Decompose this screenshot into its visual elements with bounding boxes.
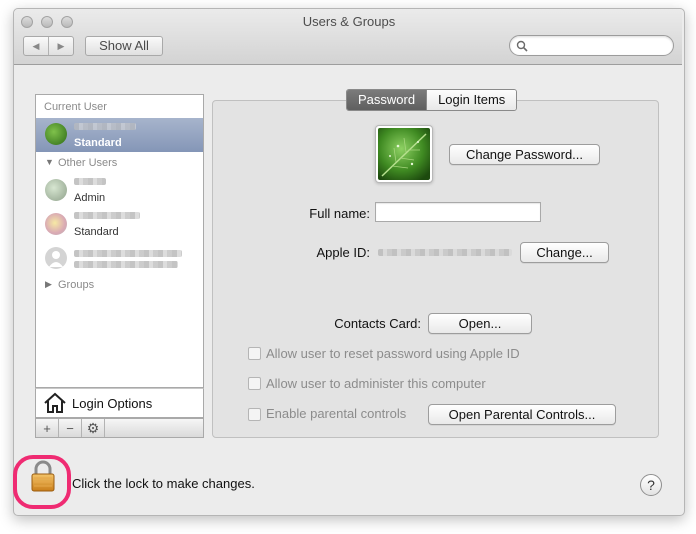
- other-users-header: Other Users: [58, 157, 118, 169]
- user-role: Admin: [74, 192, 106, 204]
- remove-user-button[interactable]: −: [59, 419, 82, 437]
- change-apple-id-button[interactable]: Change...: [520, 242, 609, 263]
- open-contacts-card-button[interactable]: Open...: [428, 313, 532, 334]
- action-menu-button[interactable]: ⚙: [82, 419, 105, 437]
- user-row-admin[interactable]: Admin: [36, 174, 203, 208]
- redacted-user-name: [74, 250, 182, 257]
- redacted-user-name: [74, 123, 136, 130]
- house-icon: [44, 392, 66, 413]
- redacted-user-name: [74, 178, 106, 185]
- person-icon: [49, 251, 63, 267]
- full-name-label: Full name:: [309, 206, 370, 221]
- lock-instructions: Click the lock to make changes.: [72, 476, 255, 491]
- window-title: Users & Groups: [302, 14, 396, 29]
- back-button[interactable]: ◀: [24, 37, 48, 55]
- parental-controls-label: Enable parental controls: [266, 406, 407, 421]
- chevron-right-icon: ▶: [57, 40, 65, 51]
- chevron-left-icon: ◀: [32, 40, 40, 51]
- user-avatar: [45, 123, 67, 145]
- disclosure-open-icon[interactable]: ▼: [45, 157, 54, 167]
- tab-login-items[interactable]: Login Items: [426, 90, 517, 110]
- user-avatar: [45, 213, 67, 235]
- groups-header[interactable]: Groups: [58, 279, 94, 291]
- parental-controls-checkbox[interactable]: [248, 408, 261, 421]
- help-button[interactable]: ?: [640, 474, 662, 496]
- show-all-button[interactable]: Show All: [85, 36, 163, 56]
- user-row-standard[interactable]: Standard: [36, 208, 203, 242]
- redacted-apple-id: [378, 249, 512, 256]
- reset-password-checkbox[interactable]: [248, 347, 261, 360]
- user-row-current[interactable]: Standard: [36, 118, 203, 152]
- redacted-user-name: [74, 212, 140, 219]
- back-forward-control: ◀ ▶: [23, 36, 74, 56]
- open-parental-controls-button[interactable]: Open Parental Controls...: [428, 404, 616, 425]
- window-titlebar: Users & Groups ◀ ▶ Show All: [14, 9, 682, 65]
- apple-id-label: Apple ID:: [316, 245, 370, 260]
- gear-icon: ⚙: [86, 419, 100, 436]
- reset-password-label: Allow user to reset password using Apple…: [266, 346, 520, 361]
- user-row-guest[interactable]: [36, 242, 203, 276]
- user-avatar: [45, 247, 67, 269]
- contacts-card-label: Contacts Card:: [334, 316, 421, 331]
- change-password-button[interactable]: Change Password...: [449, 144, 600, 165]
- tab-bar: Password Login Items: [346, 89, 518, 111]
- tab-password[interactable]: Password: [347, 90, 427, 110]
- user-avatar: [45, 179, 67, 201]
- add-user-button[interactable]: +: [36, 419, 59, 437]
- login-options-label: Login Options: [72, 396, 153, 411]
- full-name-field[interactable]: [375, 202, 541, 222]
- lock-icon: [31, 460, 55, 492]
- search-icon: [516, 40, 528, 52]
- user-role: Standard: [74, 226, 119, 238]
- search-input[interactable]: [509, 35, 674, 56]
- lock-button[interactable]: [30, 459, 56, 496]
- user-list: Current User Standard ▼ Other Users Admi…: [35, 94, 204, 388]
- user-role: Standard: [74, 137, 122, 149]
- forward-button[interactable]: ▶: [48, 37, 73, 55]
- leaf-picture: [378, 128, 430, 180]
- login-options-item[interactable]: Login Options: [35, 388, 204, 418]
- user-picture[interactable]: [375, 125, 433, 183]
- redacted-user-name: [74, 261, 178, 268]
- disclosure-closed-icon[interactable]: ▶: [45, 279, 52, 290]
- administer-checkbox[interactable]: [248, 377, 261, 390]
- user-list-toolbar: + − ⚙: [35, 418, 204, 438]
- current-user-header: Current User: [44, 101, 107, 113]
- administer-label: Allow user to administer this computer: [266, 376, 486, 391]
